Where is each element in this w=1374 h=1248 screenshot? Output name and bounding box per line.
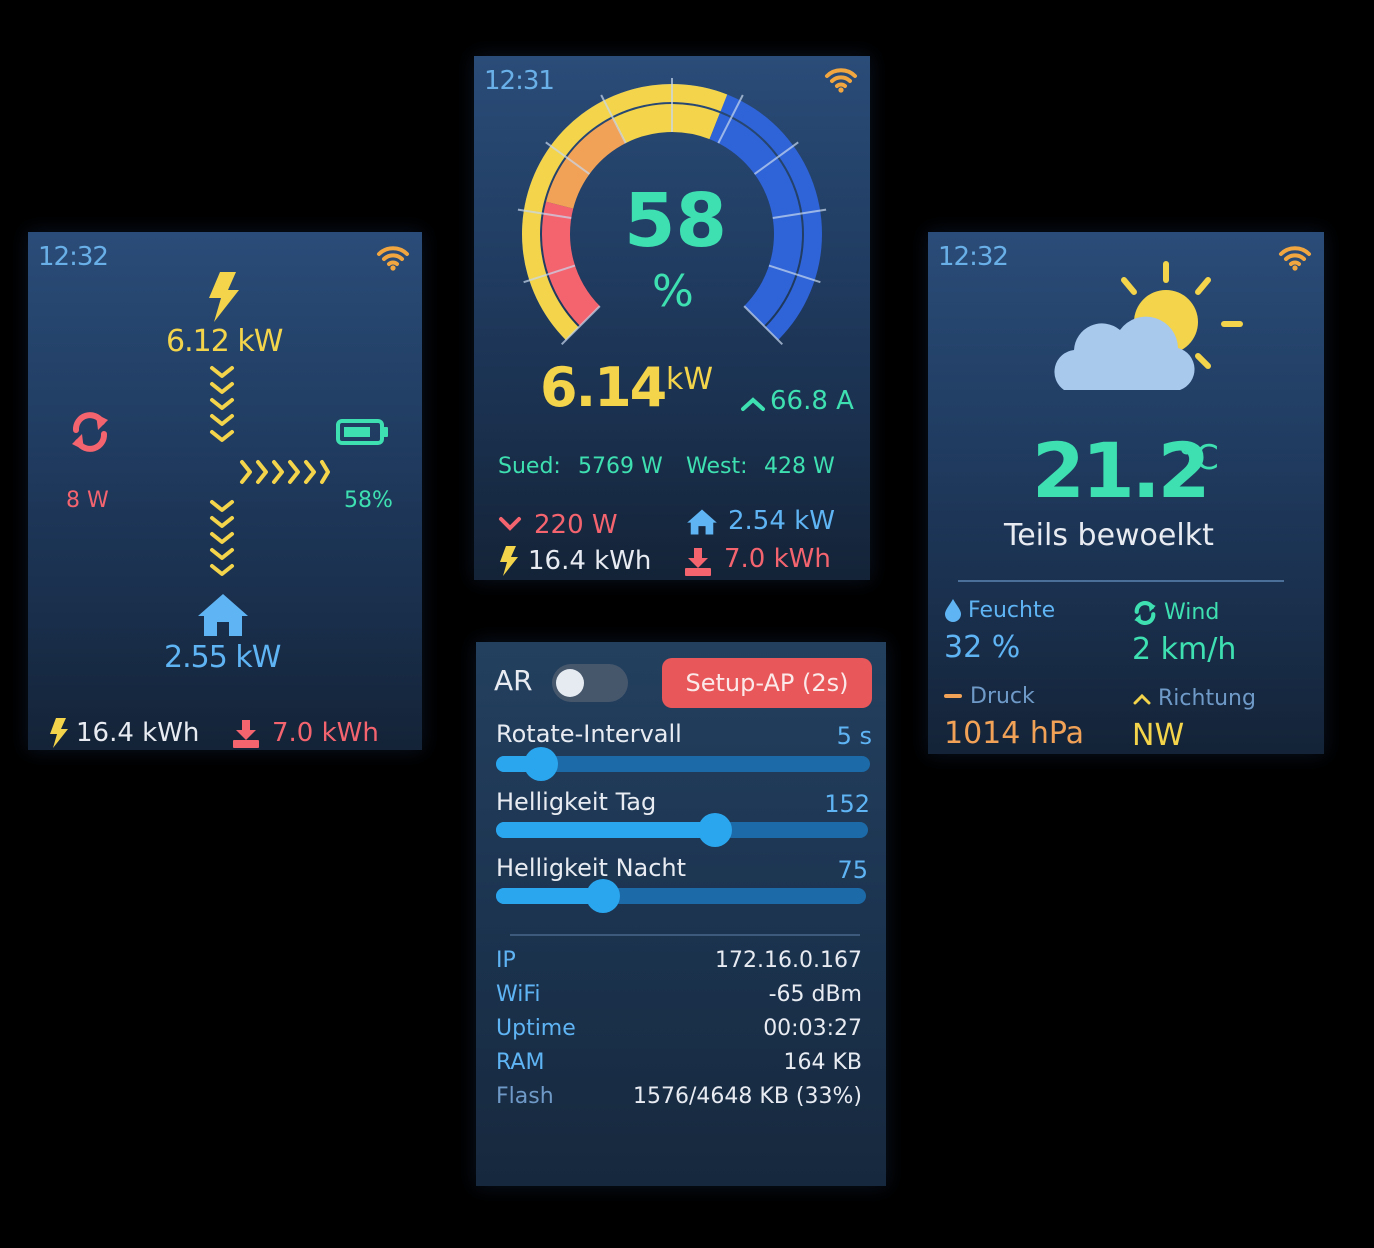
info-value: 1576/4648 KB (33%) (633, 1084, 862, 1109)
download-icon (233, 720, 259, 748)
slider-knob[interactable] (698, 813, 733, 847)
weather-screen: 12:32 21.2 °C Teils bewoelkt Feuchte 32 … (928, 232, 1324, 754)
flow-arrows-down-bottom (210, 500, 234, 576)
house-value: 2.54 kW (728, 506, 835, 536)
info-row: Uptime 00:03:27 (496, 1016, 862, 1050)
pressure-label: Druck (970, 684, 1035, 709)
energy-flow-screen: 12:32 6.12 kW 8 W 58% 2.55 kW 16.4 kWh 7… (28, 232, 422, 750)
info-row: RAM 164 KB (496, 1050, 862, 1084)
chevron-up-icon (741, 397, 765, 411)
grid-power: 8 W (66, 488, 109, 513)
system-info: IP 172.16.0.167 WiFi -65 dBm Uptime 00:0… (496, 948, 862, 1118)
slider-fill (496, 822, 716, 838)
ar-toggle-knob (556, 669, 584, 697)
pv-power: 6.12 kW (166, 324, 283, 359)
partly-cloudy-icon (1054, 261, 1243, 390)
chevron-up-icon (1133, 693, 1151, 705)
house-icon (198, 594, 248, 636)
humidity-value: 32 % (944, 630, 1021, 665)
lightning-icon (209, 272, 239, 322)
slider-label-day: Helligkeit Tag (496, 788, 657, 816)
sync-icon (1134, 601, 1156, 625)
sync-icon (72, 412, 108, 452)
gauge-segment-yellow (612, 104, 720, 144)
west-value: 428 W (764, 454, 835, 479)
battery-soc: 58% (344, 488, 393, 513)
info-row: WiFi -65 dBm (496, 982, 862, 1016)
slider-value-day: 152 (824, 790, 870, 818)
battery-icon (336, 419, 388, 445)
percent-value: 58 (624, 178, 727, 264)
setup-ap-button[interactable]: Setup-AP (2s) (662, 658, 872, 708)
droplet-icon (945, 599, 961, 622)
pv-energy: 16.4 kWh (528, 546, 652, 576)
wind-value: 2 km/h (1132, 632, 1237, 667)
info-value: 172.16.0.167 (715, 948, 862, 973)
info-key: IP (496, 948, 516, 973)
info-value: 00:03:27 (763, 1016, 862, 1041)
humidity-label: Feuchte (968, 598, 1056, 623)
percent-unit: % (652, 266, 694, 317)
clock: 12:32 (938, 242, 1009, 272)
house-icon (687, 509, 717, 535)
grid-import: 7.0 kWh (272, 718, 379, 748)
setup-ap-button-label: Setup-AP (2s) (685, 669, 849, 697)
sued-label: Sued: (498, 454, 561, 479)
info-key: WiFi (496, 982, 541, 1007)
slider-value-night: 75 (837, 856, 868, 884)
power-value: 6.14 (540, 356, 667, 419)
pv-energy: 16.4 kWh (76, 718, 200, 748)
house-power: 2.55 kW (164, 640, 281, 675)
clock: 12:32 (38, 242, 109, 272)
west-label: West: (686, 454, 748, 479)
grid-import: 7.0 kWh (724, 544, 831, 574)
minus-icon (944, 694, 962, 698)
divider (510, 934, 860, 936)
slider-rotate-interval[interactable] (496, 747, 870, 781)
current-value: 66.8 A (770, 386, 854, 416)
info-key: Uptime (496, 1016, 576, 1041)
lightning-icon (50, 718, 68, 748)
slider-label-rotate: Rotate-Intervall (496, 720, 682, 748)
download-icon (685, 548, 711, 576)
info-value: -65 dBm (768, 982, 862, 1007)
chevron-down-icon (499, 517, 521, 531)
slider-brightness-night[interactable] (496, 879, 866, 913)
grid-value: 220 W (534, 510, 618, 540)
flow-arrows-right (240, 460, 330, 484)
info-row: Flash 1576/4648 KB (33%) (496, 1084, 862, 1118)
info-key: RAM (496, 1050, 545, 1075)
divider (958, 580, 1284, 582)
wind-label: Wind (1164, 600, 1220, 625)
slider-knob[interactable] (586, 879, 621, 913)
direction-label: Richtung (1158, 686, 1256, 711)
slider-knob[interactable] (523, 747, 558, 781)
ar-toggle[interactable] (552, 664, 628, 702)
ar-label: AR (494, 664, 533, 697)
info-key: Flash (496, 1084, 554, 1109)
gauge-screen: 12:31 58 % 6.14 kW 66.8 A Sued: 5769 W W… (474, 56, 870, 580)
wifi-icon (377, 246, 409, 271)
wifi-icon (1279, 246, 1311, 271)
lightning-icon (500, 546, 518, 576)
slider-value-rotate: 5 s (836, 722, 872, 750)
flow-arrows-down-top (210, 366, 234, 442)
sued-value: 5769 W (578, 454, 663, 479)
direction-value: NW (1132, 718, 1185, 753)
settings-screen: AR Setup-AP (2s) Rotate-Intervall 5 s He… (476, 642, 886, 1186)
power-unit: kW (666, 362, 714, 397)
slider-brightness-day[interactable] (496, 813, 868, 847)
info-row: IP 172.16.0.167 (496, 948, 862, 982)
info-value: 164 KB (783, 1050, 862, 1075)
temperature-unit: °C (1178, 438, 1219, 478)
weather-condition: Teils bewoelkt (1004, 518, 1214, 553)
pressure-value: 1014 hPa (944, 716, 1085, 751)
slider-label-night: Helligkeit Nacht (496, 854, 687, 882)
